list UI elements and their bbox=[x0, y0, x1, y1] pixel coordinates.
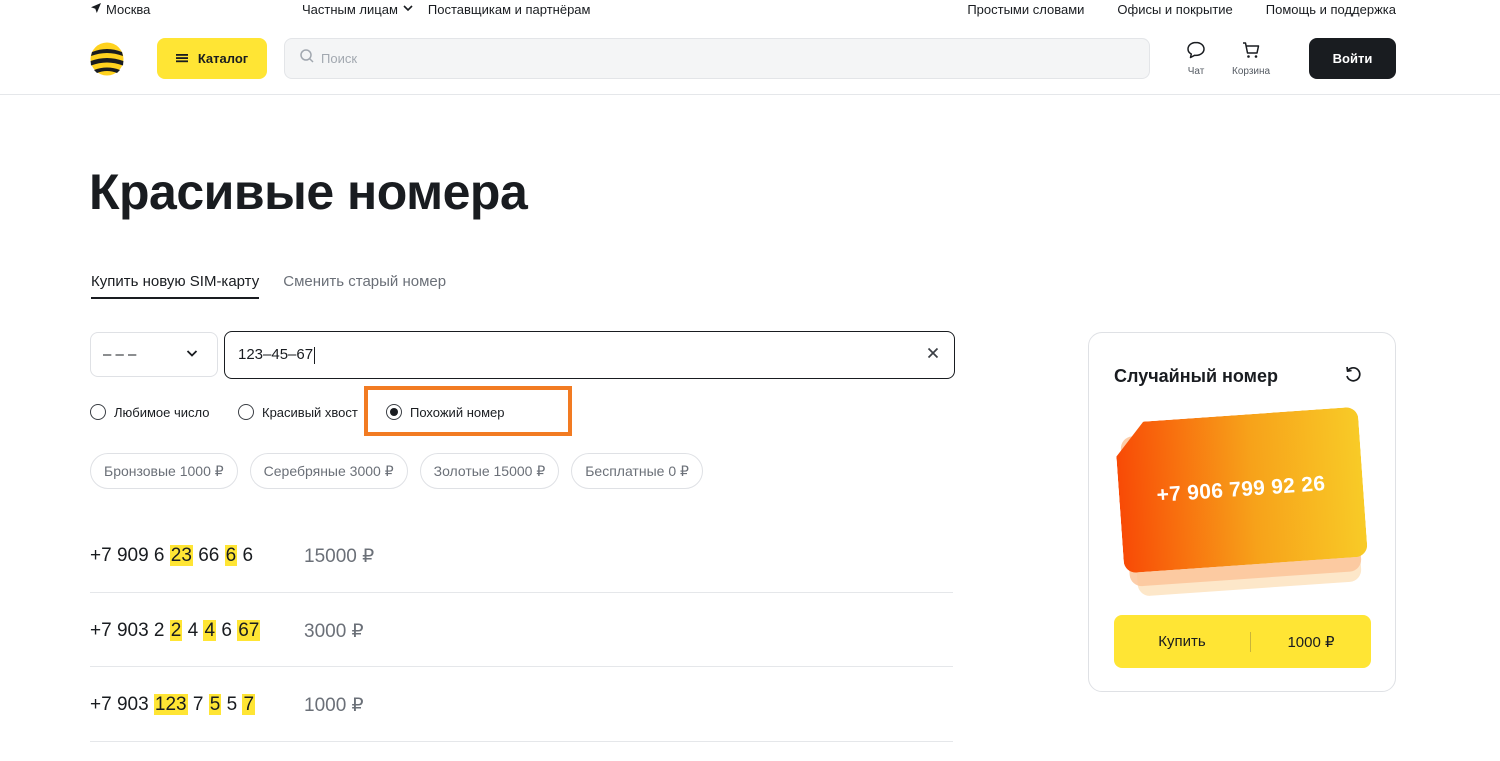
nav-partners-label: Поставщикам и партнёрам bbox=[427, 2, 591, 17]
radio-circle-icon bbox=[238, 404, 254, 420]
city-label: Москва bbox=[106, 2, 151, 17]
location-arrow-icon bbox=[90, 2, 102, 17]
header: Каталог Чат Корзина Войти bbox=[0, 22, 1500, 95]
number-list: +7 909 6 23 66 6 6 15000 ₽ +7 903 2 2 4 … bbox=[90, 518, 953, 742]
sim-card: +7 906 799 92 26 bbox=[1114, 407, 1368, 574]
radio-favorite-number[interactable]: Любимое число bbox=[90, 404, 210, 420]
random-number-title: Случайный номер bbox=[1114, 366, 1278, 386]
radio-circle-icon bbox=[90, 404, 106, 420]
number-search-value: 123–45–67 bbox=[238, 346, 314, 364]
phone-number: +7 909 6 23 66 6 6 bbox=[90, 545, 254, 566]
nav-partners[interactable]: Поставщикам и партнёрам bbox=[428, 2, 591, 17]
menu-icon bbox=[175, 51, 188, 66]
login-button[interactable]: Войти bbox=[1309, 38, 1396, 79]
number-price: 1000 ₽ bbox=[304, 695, 364, 716]
cart-icon bbox=[1241, 40, 1261, 63]
tab-change-old-number[interactable]: Сменить старый номер bbox=[283, 273, 446, 299]
catalog-label: Каталог bbox=[197, 51, 249, 66]
radio-beautiful-tail-label: Красивый хвост bbox=[262, 404, 358, 420]
phone-number: +7 903 123 7 5 5 7 bbox=[90, 694, 256, 715]
sim-card-illustration: +7 906 799 92 26 bbox=[1117, 411, 1367, 597]
buy-price: 1000 ₽ bbox=[1287, 633, 1335, 651]
number-row[interactable]: +7 903 123 7 5 5 7 1000 ₽ bbox=[90, 667, 953, 742]
number-row[interactable]: +7 903 2 2 4 4 6 67 3000 ₽ bbox=[90, 593, 953, 667]
nav-help-support[interactable]: Помощь и поддержка bbox=[1266, 2, 1396, 17]
tab-buy-new-sim[interactable]: Купить новую SIM-карту bbox=[91, 273, 260, 299]
radio-beautiful-tail[interactable]: Красивый хвост bbox=[238, 404, 358, 420]
chat-bubble-icon bbox=[1186, 40, 1206, 63]
number-price: 15000 ₽ bbox=[304, 546, 375, 567]
nav-private-persons-label: Частным лицам bbox=[302, 2, 398, 17]
phone-number: +7 903 2 2 4 4 6 67 bbox=[90, 619, 261, 641]
chip-free[interactable]: Бесплатные 0 ₽ bbox=[571, 453, 703, 489]
cart-label: Корзина bbox=[1232, 66, 1271, 77]
text-caret bbox=[314, 346, 316, 364]
search-bar[interactable] bbox=[284, 38, 1150, 79]
number-row[interactable]: +7 909 6 23 66 6 6 15000 ₽ bbox=[90, 518, 953, 593]
nav-simple-words[interactable]: Простыми словами bbox=[967, 2, 1084, 17]
search-icon bbox=[299, 48, 315, 69]
buy-button[interactable]: Купить 1000 ₽ bbox=[1114, 615, 1371, 668]
catalog-button[interactable]: Каталог bbox=[157, 38, 267, 79]
tabs: Купить новую SIM-карту Сменить старый но… bbox=[91, 273, 446, 299]
close-icon bbox=[926, 346, 940, 365]
search-input[interactable] bbox=[321, 51, 1149, 66]
random-number-card: Случайный номер +7 906 799 92 26 Купить … bbox=[1088, 332, 1396, 692]
chevron-down-icon bbox=[402, 2, 414, 17]
refresh-icon bbox=[1343, 366, 1363, 388]
radio-favorite-number-label: Любимое число bbox=[114, 404, 210, 420]
top-bar: Москва Частным лицам Поставщикам и партн… bbox=[0, 0, 1500, 22]
prefix-value: – – – bbox=[103, 346, 137, 363]
page-title: Красивые номера bbox=[89, 164, 528, 220]
city-selector[interactable]: Москва bbox=[90, 2, 150, 17]
sim-card-number: +7 906 799 92 26 bbox=[1155, 472, 1326, 507]
prefix-select[interactable]: – – – bbox=[90, 332, 218, 377]
nav-offices-coverage[interactable]: Офисы и покрытие bbox=[1117, 2, 1232, 17]
number-search-field[interactable]: 123–45–67 bbox=[224, 331, 955, 379]
chat-button[interactable]: Чат bbox=[1186, 40, 1206, 77]
chip-gold[interactable]: Золотые 15000 ₽ bbox=[419, 453, 560, 489]
clear-input-button[interactable] bbox=[926, 346, 940, 365]
refresh-button[interactable] bbox=[1343, 364, 1363, 389]
price-filter-chips: Бронзовые 1000 ₽ Серебряные 3000 ₽ Золот… bbox=[90, 453, 703, 489]
buy-label: Купить bbox=[1158, 633, 1206, 650]
beeline-logo[interactable] bbox=[90, 42, 124, 76]
chevron-down-icon bbox=[185, 346, 199, 364]
chat-label: Чат bbox=[1187, 66, 1205, 77]
number-price: 3000 ₽ bbox=[304, 620, 364, 642]
cart-button[interactable]: Корзина bbox=[1232, 40, 1270, 77]
chip-bronze[interactable]: Бронзовые 1000 ₽ bbox=[90, 453, 238, 489]
highlight-annotation-box bbox=[364, 386, 572, 436]
nav-private-persons[interactable]: Частным лицам bbox=[302, 2, 414, 17]
chip-silver[interactable]: Серебряные 3000 ₽ bbox=[249, 453, 408, 489]
